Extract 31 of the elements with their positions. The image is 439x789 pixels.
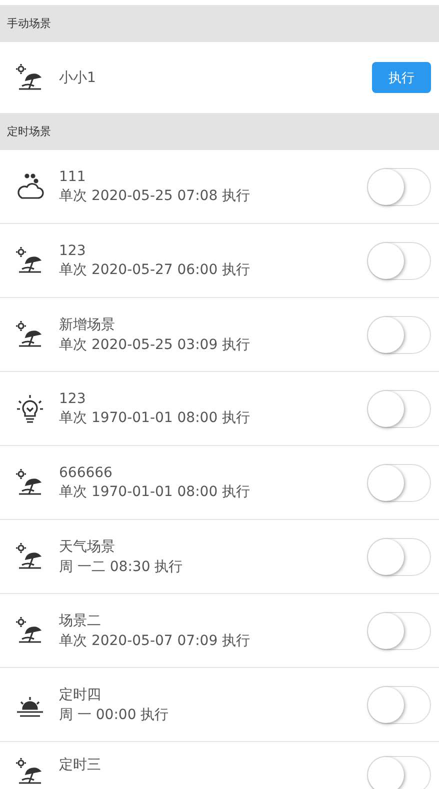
toggle-switch[interactable]	[367, 612, 431, 650]
scene-name: 123	[59, 242, 87, 258]
section-title: 手动场景	[7, 16, 51, 31]
scene-schedule: 单次 2020-05-07 07:09 执行	[59, 632, 252, 650]
light-bulb-icon	[14, 392, 46, 424]
scene-schedule: 单次 2020-05-27 06:00 执行	[59, 260, 252, 278]
scene-name: 定时三	[59, 756, 102, 774]
scene-schedule: 单次 2020-05-25 07:08 执行	[59, 186, 252, 204]
toggle-switch[interactable]	[367, 242, 431, 280]
toggle-switch[interactable]	[367, 464, 431, 502]
scene-name: 123	[59, 390, 87, 406]
toggle-switch[interactable]	[367, 390, 431, 428]
toggle-switch[interactable]	[367, 168, 431, 206]
toggle-switch[interactable]	[367, 316, 431, 354]
scene-name: 天气场景	[59, 538, 116, 556]
scene-name: 新增场景	[59, 316, 116, 334]
toggle-switch[interactable]	[367, 538, 431, 576]
scene-schedule: 单次 1970-01-01 08:00 执行	[59, 408, 252, 426]
section-title: 定时场景	[7, 124, 51, 139]
scene-schedule: 周 一 00:00 执行	[59, 706, 170, 724]
scene-schedule: 单次 2020-05-25 03:09 执行	[59, 336, 252, 354]
scene-name: 场景二	[59, 612, 102, 630]
scene-name: 小小1	[59, 68, 97, 86]
scene-name: 定时四	[59, 686, 102, 704]
toggle-switch[interactable]	[367, 686, 431, 724]
scene-schedule: 周 一二 08:30 执行	[59, 558, 184, 576]
scene-name: 111	[59, 168, 87, 184]
toggle-switch[interactable]	[367, 756, 431, 789]
run-button[interactable]: 执行	[372, 62, 431, 93]
scene-name: 666666	[59, 464, 114, 480]
scene-schedule: 单次 1970-01-01 08:00 执行	[59, 482, 252, 500]
